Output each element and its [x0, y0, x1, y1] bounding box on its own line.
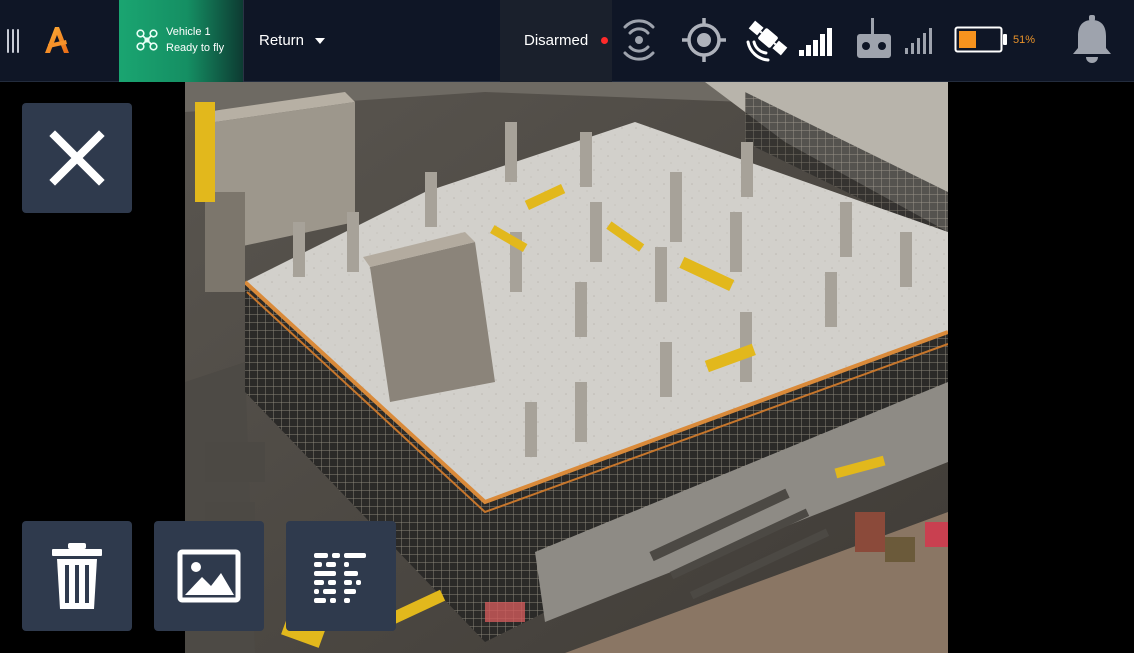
arm-status-label: Disarmed [524, 32, 589, 49]
image-gallery-icon [177, 549, 241, 603]
details-button[interactable] [286, 521, 396, 631]
battery-icon[interactable] [954, 26, 1008, 54]
flight-mode-dropdown[interactable]: Return [251, 26, 361, 56]
trash-icon [52, 543, 102, 609]
header-divider [243, 0, 244, 82]
arm-status[interactable]: Disarmed [500, 0, 612, 82]
gps-lock-icon[interactable] [680, 16, 728, 64]
satellite-icon[interactable] [744, 14, 834, 66]
close-button[interactable] [22, 103, 132, 213]
app-logo[interactable] [44, 26, 70, 54]
flight-mode-label: Return [259, 32, 305, 49]
vehicle-name: Vehicle 1 [166, 26, 211, 38]
hamburger-icon[interactable] [7, 29, 19, 53]
delete-button[interactable] [22, 521, 132, 631]
vehicle-selector[interactable]: Vehicle 1 Ready to fly [119, 0, 243, 82]
battery-percentage: 51% [1013, 34, 1036, 46]
remote-controller-icon[interactable] [855, 18, 935, 62]
close-icon [49, 130, 105, 186]
rtk-signal-icon[interactable] [617, 14, 661, 66]
drone-icon [136, 29, 158, 51]
top-bar: Vehicle 1 Ready to fly Return Disarmed 5… [0, 0, 1134, 82]
arm-status-indicator [601, 37, 608, 44]
layout-list-icon [314, 553, 366, 603]
chevron-down-icon [315, 38, 325, 44]
vehicle-status: Ready to fly [166, 42, 225, 54]
gallery-button[interactable] [154, 521, 264, 631]
notifications-bell-icon[interactable] [1070, 14, 1114, 66]
